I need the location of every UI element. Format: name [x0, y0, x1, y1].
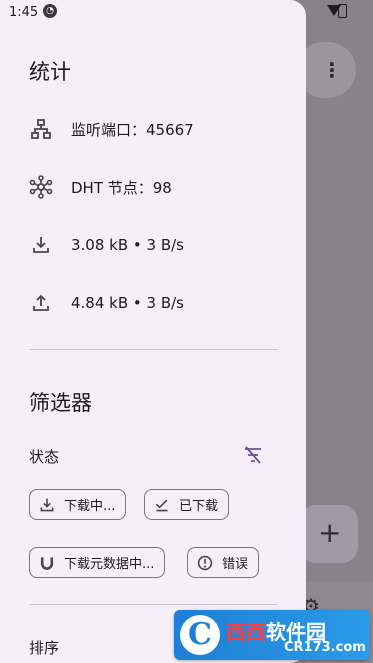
plus-icon: + — [318, 516, 342, 549]
watermark-c-icon: C — [180, 615, 220, 655]
chip-downloading[interactable]: 下载中... — [29, 489, 127, 520]
chip-metadata-label: 下载元数据中... — [64, 557, 155, 572]
stat-upload-text: 4.84 kB • 3 B/s — [71, 294, 184, 312]
stat-dht-nodes: DHT 节点：98 — [29, 175, 172, 199]
stat-download-text: 3.08 kB • 3 B/s — [71, 236, 184, 254]
status-time: 1:45 — [9, 5, 39, 20]
chip-error[interactable]: 错误 — [187, 547, 260, 578]
network-icon — [29, 117, 53, 141]
battery-icon — [338, 4, 347, 18]
watermark-sub: CR173.com — [284, 640, 366, 655]
stat-dht-nodes-text: DHT 节点：98 — [71, 178, 172, 197]
watermark-logo: C 西西软件园 CR173.com — [174, 610, 370, 660]
dht-hub-icon — [29, 175, 53, 199]
magnet-icon — [38, 554, 56, 572]
status-bar: 1:45 ◔ — [0, 0, 373, 26]
stat-listen-port: 监听端口：45667 — [29, 117, 194, 141]
stat-listen-port-text: 监听端口：45667 — [71, 120, 194, 139]
more-menu-icon: ⋮ — [322, 58, 342, 82]
chip-metadata[interactable]: 下载元数据中... — [29, 547, 166, 578]
notification-icon: ◔ — [43, 4, 57, 18]
chip-downloaded[interactable]: 已下载 — [144, 489, 230, 520]
divider — [29, 349, 278, 350]
status-label: 状态 — [29, 448, 60, 466]
navigation-drawer: 统计 监听端口：45667 DHT 节点：98 3.08 kB • 3 B/s … — [0, 0, 306, 663]
filters-title: 筛选器 — [29, 391, 92, 415]
stat-download: 3.08 kB • 3 B/s — [29, 233, 184, 257]
stats-title: 统计 — [29, 60, 71, 84]
stat-upload: 4.84 kB • 3 B/s — [29, 291, 184, 315]
chip-downloaded-label: 已下载 — [179, 499, 219, 514]
download-icon — [38, 496, 56, 514]
error-icon — [196, 554, 214, 572]
done-icon — [153, 496, 171, 514]
upload-icon — [29, 291, 53, 315]
divider — [29, 604, 278, 605]
download-icon — [29, 233, 53, 257]
filter-off-icon[interactable] — [243, 445, 263, 465]
chip-downloading-label: 下载中... — [64, 499, 116, 514]
sort-label: 排序 — [29, 639, 60, 657]
chip-error-label: 错误 — [222, 557, 249, 572]
